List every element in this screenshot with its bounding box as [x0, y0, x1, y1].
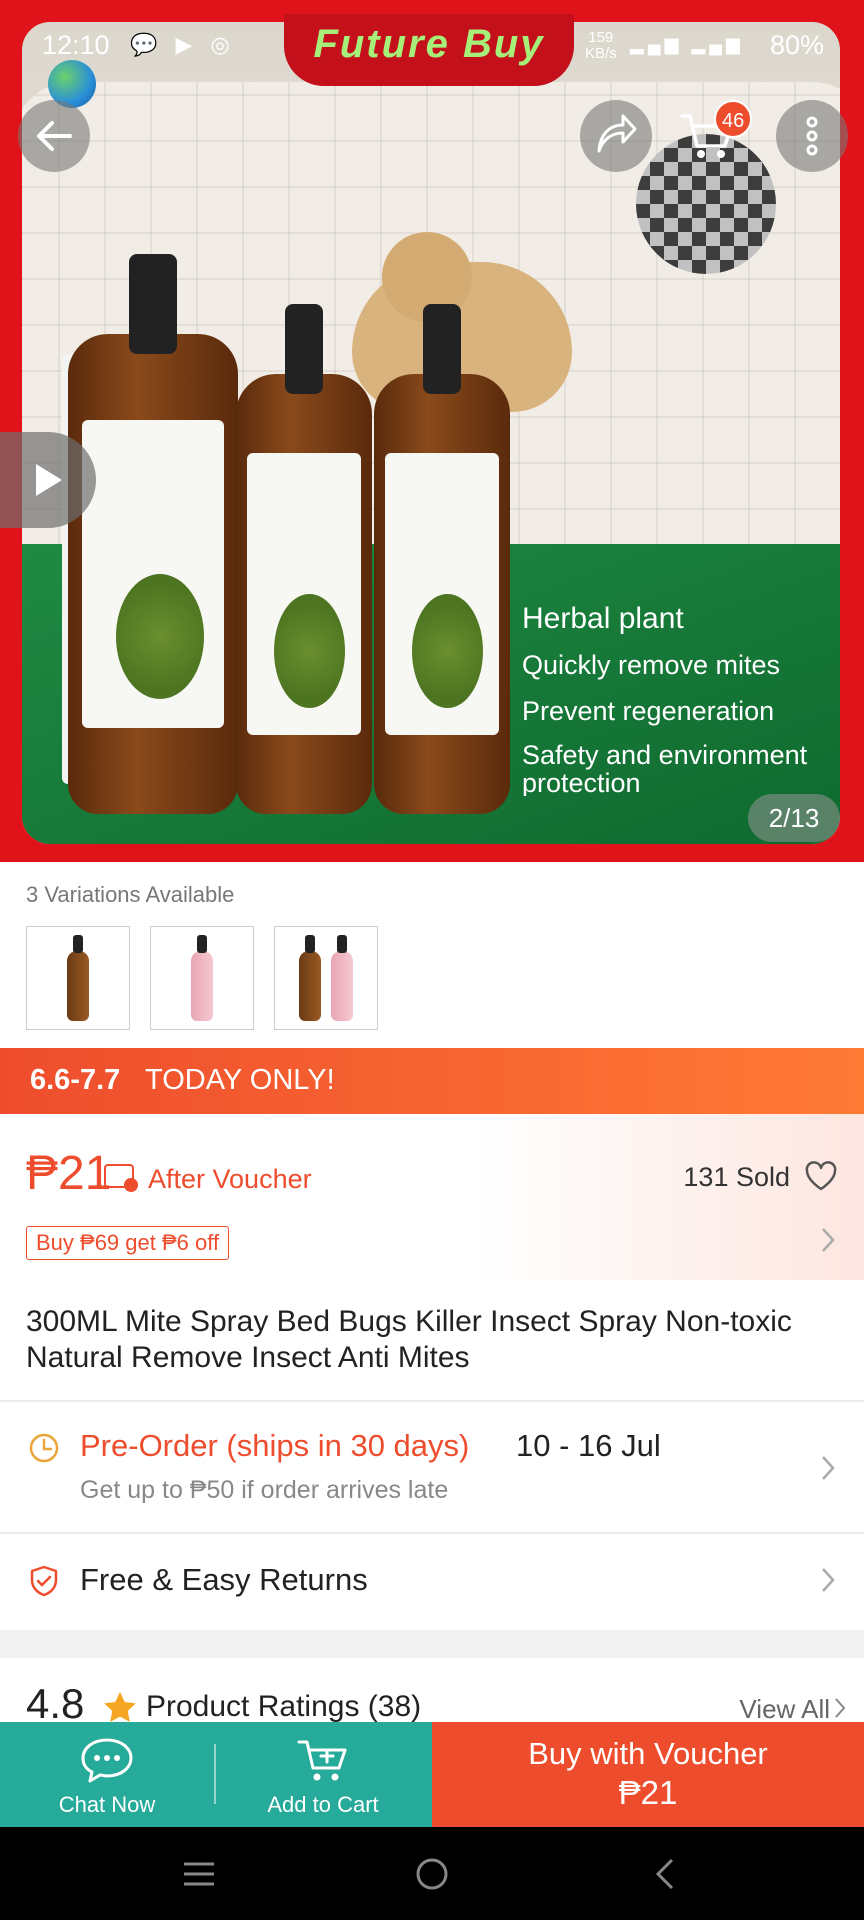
bottle-graphic: [68, 254, 238, 814]
promo-text: TODAY ONLY!: [145, 1064, 335, 1096]
heart-icon: [805, 1161, 837, 1191]
arrow-left-icon: [37, 121, 72, 151]
chat-icon: [79, 1736, 135, 1791]
buy-label: Buy with Voucher: [528, 1736, 768, 1771]
promo-date: 6.6-7.7: [30, 1064, 121, 1096]
ratings-label: Product Ratings (38): [146, 1690, 422, 1723]
preorder-label: Pre-Order (ships in 30 days): [80, 1428, 470, 1463]
section-gap: [0, 1630, 864, 1658]
bottle-graphic: [374, 304, 510, 814]
chevron-right-icon: [820, 1226, 836, 1259]
signal-icon: ▂▄▆ ▂▄▆: [630, 34, 744, 54]
price-section[interactable]: ₱21 After Voucher 131 Sold Buy ₱69 get ₱…: [0, 1114, 864, 1280]
cart-count-badge: 46: [714, 100, 753, 138]
flash-promo-bar[interactable]: 6.6-7.7 TODAY ONLY!: [0, 1048, 864, 1114]
back-nav-button[interactable]: [640, 1849, 690, 1899]
late-delivery-note: Get up to ₱50 if order arrives late: [80, 1476, 449, 1504]
sold-count: 131 Sold: [683, 1162, 790, 1192]
net-speed-unit: KB/s: [585, 45, 617, 62]
chat-now-label: Chat Now: [58, 1792, 156, 1817]
share-button[interactable]: [580, 100, 652, 172]
image-text-line: Herbal plant: [522, 602, 684, 635]
after-voucher-label: After Voucher: [148, 1164, 312, 1194]
returns-label: Free & Easy Returns: [80, 1562, 368, 1597]
system-navigation-bar: [0, 1827, 864, 1920]
divider: [0, 1400, 864, 1402]
status-time: 12:10: [42, 30, 110, 60]
play-video-button[interactable]: [0, 432, 96, 528]
product-page: Herbal plant Quickly remove mites Preven…: [0, 0, 864, 1920]
voucher-icon: [104, 1164, 138, 1192]
notification-icons: 💬 ▶ ◎: [130, 32, 236, 57]
share-icon: [597, 114, 637, 153]
recent-apps-button[interactable]: [174, 1849, 224, 1899]
delivery-dates: 10 - 16 Jul: [516, 1428, 661, 1463]
product-title: 300ML Mite Spray Bed Bugs Killer Insect …: [26, 1305, 792, 1374]
play-icon: [36, 464, 62, 496]
home-button[interactable]: [407, 1849, 457, 1899]
button-separator: [214, 1744, 216, 1804]
image-page-counter: 2/13: [748, 794, 840, 842]
divider: [0, 1532, 864, 1534]
price-amount: ₱21: [26, 1147, 112, 1200]
add-to-cart-label: Add to Cart: [267, 1792, 379, 1817]
clock-icon: [28, 1432, 60, 1469]
like-button[interactable]: [804, 1160, 838, 1197]
variation-thumbnail[interactable]: [26, 926, 130, 1030]
rating-score: 4.8: [26, 1680, 85, 1727]
menu-icon: [184, 1862, 214, 1886]
image-text-line: Quickly remove mites: [522, 650, 781, 680]
buy-with-voucher-button[interactable]: Buy with Voucher ₱21: [432, 1722, 864, 1827]
chat-now-button[interactable]: Chat Now: [0, 1722, 214, 1827]
image-text-line: protection: [522, 770, 641, 796]
view-all-link[interactable]: View All: [739, 1694, 830, 1725]
net-speed-value: 159: [588, 29, 614, 46]
bottom-action-bar: Chat Now Add to Cart Buy with Voucher ₱2…: [0, 1722, 864, 1827]
add-cart-icon: [295, 1736, 351, 1791]
buy-price: ₱21: [618, 1774, 678, 1811]
battery-level: 80%: [769, 30, 824, 60]
shield-icon: [28, 1564, 60, 1603]
variations-label: 3 Variations Available: [26, 882, 235, 907]
image-feature-text: Herbal plant Quickly remove mites Preven…: [522, 596, 822, 796]
more-options-button[interactable]: [776, 100, 848, 172]
back-button[interactable]: [18, 100, 90, 172]
home-circle-icon: [416, 1858, 448, 1890]
chevron-right-icon: [820, 1454, 836, 1487]
brand-name: Future Buy: [313, 22, 545, 66]
variation-thumbnail[interactable]: [274, 926, 378, 1030]
chevron-right-icon: [820, 1566, 836, 1599]
bottle-graphic: [236, 304, 372, 814]
more-vertical-icon: [806, 116, 818, 156]
variation-thumbnail[interactable]: [150, 926, 254, 1030]
image-text-line: Safety and environment: [522, 740, 808, 770]
image-text-line: Prevent regeneration: [522, 696, 775, 726]
chevron-left-icon: [655, 1858, 674, 1890]
deal-tag[interactable]: Buy ₱69 get ₱6 off: [26, 1226, 230, 1260]
chevron-right-icon: [834, 1696, 846, 1725]
status-bar: 12:10 💬 ▶ ◎ Future Buy 159 KB/s ▂▄▆ ▂▄▆ …: [0, 0, 864, 108]
add-to-cart-button[interactable]: Add to Cart: [214, 1722, 432, 1827]
network-speed: 159 KB/s: [585, 30, 617, 62]
